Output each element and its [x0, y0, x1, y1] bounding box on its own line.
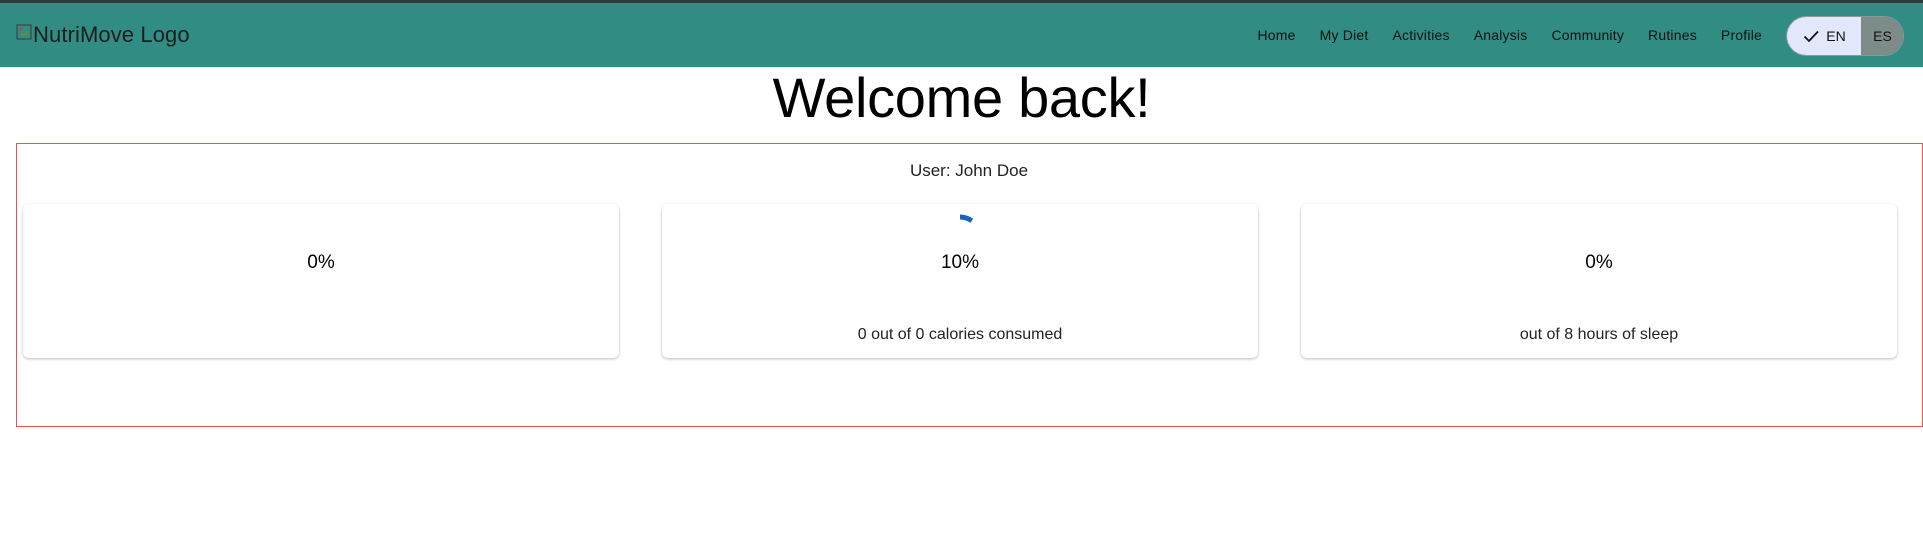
stat-percent: 10% [940, 252, 980, 273]
nav-activities[interactable]: Activities [1380, 27, 1461, 43]
nav-profile[interactable]: Profile [1709, 27, 1774, 43]
stat-card-calories: 10% 0 out of 0 calories consumed [662, 204, 1258, 358]
check-icon [1804, 30, 1819, 43]
language-toggle: EN ES [1786, 16, 1904, 56]
nav-my-diet[interactable]: My Diet [1308, 27, 1381, 43]
logo-alt-text: NutriMove Logo [33, 22, 190, 47]
broken-image-icon [16, 24, 32, 40]
language-option-en[interactable]: EN [1787, 17, 1862, 55]
page-title: Welcome back! [772, 66, 1151, 129]
language-option-es[interactable]: ES [1862, 17, 1903, 55]
stat-card-sleep: 0% out of 8 hours of sleep [1301, 204, 1897, 358]
progress-arc [959, 214, 974, 223]
language-label-es: ES [1873, 28, 1892, 44]
navbar: NutriMove Logo Home My Diet Activities A… [0, 3, 1923, 67]
stat-caption: 0 out of 0 calories consumed [857, 326, 1063, 343]
stat-percent: 0% [307, 252, 335, 273]
stat-card-1: 0% [23, 204, 619, 358]
language-label-en: EN [1826, 28, 1846, 44]
user-name-label: User: John Doe [909, 161, 1029, 180]
stat-caption: out of 8 hours of sleep [1519, 326, 1679, 343]
nav-home[interactable]: Home [1245, 27, 1307, 43]
dashboard-panel: User: John Doe 0% 10% 0 out of 0 calorie… [16, 143, 1923, 427]
nav-rutines[interactable]: Rutines [1636, 27, 1709, 43]
nav-community[interactable]: Community [1539, 27, 1636, 43]
logo[interactable]: NutriMove Logo [16, 22, 190, 48]
stat-percent: 0% [1585, 252, 1613, 273]
main-nav: Home My Diet Activities Analysis Communi… [1245, 3, 1774, 67]
nav-analysis[interactable]: Analysis [1462, 27, 1540, 43]
